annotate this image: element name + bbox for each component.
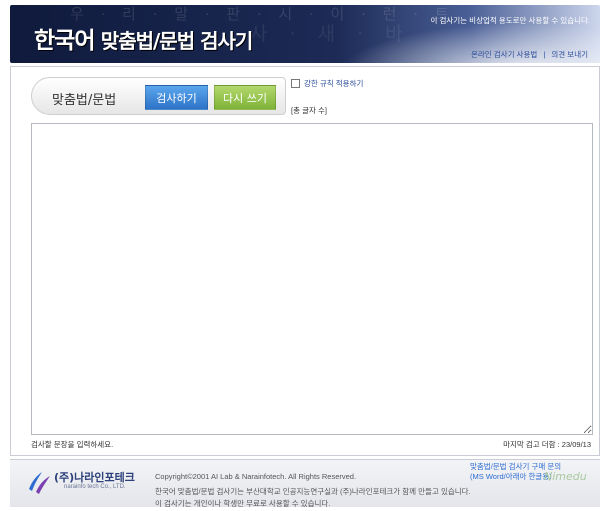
input-hint: 검사할 문장을 입력하세요. bbox=[31, 440, 114, 449]
company-name: (주)나라인포테크 bbox=[54, 471, 135, 484]
reset-button[interactable]: 다시 쓰기 bbox=[214, 85, 276, 110]
last-update: 마지막 검고 더함 : 23/09/13 bbox=[503, 440, 591, 449]
app-title: 한국어 맞춤법/문법 검사기 bbox=[34, 21, 253, 55]
mode-selector: 맞춤법/문법 검사하기 다시 쓰기 bbox=[31, 77, 286, 115]
check-button[interactable]: 검사하기 bbox=[145, 85, 208, 110]
usage-notice: 이 검사기는 비상업적 용도로만 사용할 수 있습니다. bbox=[430, 16, 591, 25]
text-input[interactable] bbox=[31, 123, 593, 435]
header-banner: 우 · 리 · 말 · 판 · 시 · 이 · 런 · 트 사 · 새 · 바 … bbox=[10, 5, 600, 63]
strict-rules-option[interactable]: 강한 규칙 적용하기 bbox=[291, 78, 363, 89]
watermark: Nimedu bbox=[544, 470, 587, 483]
app-title-part2: 맞춤법/문법 검사기 bbox=[100, 29, 253, 53]
company-logo-icon bbox=[29, 472, 50, 494]
app-title-part1: 한국어 bbox=[34, 28, 95, 54]
copyright: Copyright©2001 AI Lab & Narainfotech. Al… bbox=[155, 472, 357, 481]
feedback-link[interactable]: 의견 보내기 bbox=[551, 50, 588, 59]
header-links: 온라인 검사기 사용법 | 의견 보내기 bbox=[471, 49, 588, 60]
usage-guide-link[interactable]: 온라인 검사기 사용법 bbox=[471, 50, 537, 59]
char-count: [총 글자 수] bbox=[291, 106, 327, 115]
strict-rules-label: 강한 규칙 적용하기 bbox=[304, 79, 364, 88]
mode-label: 맞춤법/문법 bbox=[52, 93, 117, 108]
link-separator: | bbox=[543, 50, 546, 59]
about-text-2: 이 검사기는 개인이나 학생만 무료로 사용할 수 있습니다. bbox=[155, 499, 331, 508]
company-name-en: narainfo tech Co., LTD. bbox=[64, 484, 126, 490]
about-text-1: 한국어 맞춤법/문법 검사기는 부산대학교 인공지능연구실과 (주)나라인포테크… bbox=[155, 487, 471, 496]
strict-rules-checkbox[interactable] bbox=[291, 79, 300, 88]
footer: (주)나라인포테크 narainfo tech Co., LTD. Copyri… bbox=[10, 459, 600, 508]
checker-panel: 맞춤법/문법 검사하기 다시 쓰기 강한 규칙 적용하기 [총 글자 수] 검사… bbox=[10, 66, 600, 456]
